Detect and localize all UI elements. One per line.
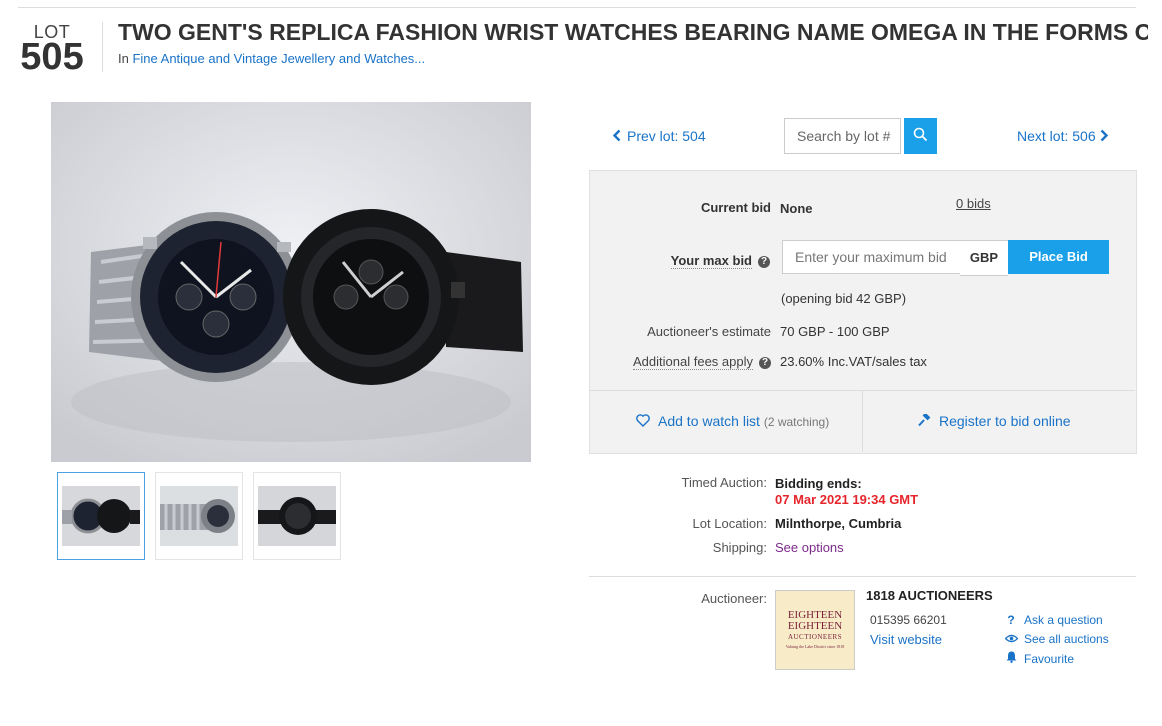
prev-lot-link[interactable]: Prev lot: 504 — [612, 128, 706, 145]
search-icon — [913, 127, 928, 147]
thumbnail-image — [62, 486, 140, 546]
main-lot-image[interactable] — [51, 102, 531, 462]
next-lot-label: Next lot: 506 — [1017, 128, 1096, 144]
register-to-bid-button[interactable]: Register to bid online — [918, 412, 1071, 430]
category-link[interactable]: Fine Antique and Vintage Jewellery and W… — [132, 51, 425, 66]
next-lot-link[interactable]: Next lot: 506 — [1017, 128, 1109, 145]
opening-bid: (opening bid 42 GBP) — [781, 291, 907, 306]
lot-search-button[interactable] — [904, 118, 937, 154]
visit-website-link[interactable]: Visit website — [870, 632, 942, 647]
auctioneer-logo[interactable]: EIGHTEEN EIGHTEEN AUCTIONEERS Valuing th… — [775, 590, 855, 670]
shipping-label: Shipping: — [712, 540, 767, 555]
estimate-value: 70 GBP - 100 GBP — [780, 324, 890, 339]
thumbnail[interactable] — [155, 472, 243, 560]
lot-number: 505 — [20, 36, 84, 78]
logo-tagline: Valuing the Lake District since 1818 — [785, 644, 845, 649]
lot-location-value: Milnthorpe, Cumbria — [775, 516, 902, 531]
thumbnail-image — [160, 486, 238, 546]
lot-location-label: Lot Location: — [692, 516, 767, 531]
max-bid-label-text: Your max bid — [670, 253, 752, 269]
thumbnail-image — [258, 486, 336, 546]
see-all-auctions-label: See all auctions — [1024, 632, 1109, 646]
category-breadcrumb: In Fine Antique and Vintage Jewellery an… — [118, 51, 425, 66]
watchlist-label: Add to watch list — [658, 413, 760, 429]
prev-lot-label: Prev lot: 504 — [627, 128, 706, 144]
question-icon: ? — [1007, 613, 1015, 627]
eye-icon — [1004, 632, 1018, 646]
register-label: Register to bid online — [939, 413, 1071, 429]
action-divider — [862, 391, 863, 452]
bids-count-link[interactable]: 0 bids — [956, 196, 991, 211]
bidding-ends-value: 07 Mar 2021 19:34 GMT — [775, 492, 919, 507]
help-icon: ? — [759, 357, 771, 369]
ask-question-link[interactable]: ? Ask a question — [1004, 613, 1103, 627]
section-divider — [589, 576, 1136, 577]
current-bid-value: None — [780, 201, 813, 216]
top-divider — [18, 7, 1136, 8]
auctioneer-label: Auctioneer: — [701, 591, 767, 606]
thumbnail[interactable] — [253, 472, 341, 560]
watching-count: (2 watching) — [763, 415, 830, 429]
fees-label-text: Additional fees apply — [633, 354, 753, 370]
see-all-auctions-link[interactable]: See all auctions — [1004, 632, 1109, 646]
lot-search-input[interactable] — [784, 118, 901, 154]
page-title: TWO GENT'S REPLICA FASHION WRIST WATCHES… — [118, 19, 1148, 45]
ask-question-label: Ask a question — [1024, 613, 1103, 627]
favourite-label: Favourite — [1024, 652, 1075, 666]
gavel-icon — [918, 412, 931, 430]
fees-label[interactable]: Additional fees apply? — [600, 354, 771, 370]
auction-type-label: Timed Auction: — [681, 475, 767, 490]
chevron-right-icon — [1100, 129, 1109, 145]
category-prefix: In — [118, 51, 129, 66]
max-bid-label[interactable]: Your max bid? — [600, 253, 770, 269]
watches-photo — [51, 102, 531, 462]
heart-icon — [636, 414, 650, 430]
place-bid-button[interactable]: Place Bid — [1008, 240, 1109, 274]
current-bid-label: Current bid — [700, 200, 771, 215]
chevron-left-icon — [612, 129, 621, 145]
currency-label: GBP — [960, 240, 1008, 276]
favourite-link[interactable]: Favourite — [1004, 651, 1074, 666]
logo-text: EIGHTEEN EIGHTEEN AUCTIONEERS — [787, 609, 843, 642]
estimate-label: Auctioneer's estimate — [647, 324, 771, 339]
auctioneer-phone: 015395 66201 — [870, 613, 947, 627]
auctioneer-name: 1818 AUCTIONEERS — [866, 588, 993, 603]
bidding-ends-label: Bidding ends: — [775, 476, 862, 491]
add-to-watchlist-button[interactable]: Add to watch list (2 watching) — [636, 413, 829, 430]
max-bid-input[interactable] — [782, 240, 974, 274]
bell-icon — [1004, 651, 1018, 666]
fees-value: 23.60% Inc.VAT/sales tax — [780, 354, 927, 369]
thumbnail[interactable] — [57, 472, 145, 560]
help-icon: ? — [758, 256, 770, 268]
shipping-options-link[interactable]: See options — [775, 540, 844, 555]
lot-badge: LOT 505 — [18, 22, 103, 78]
